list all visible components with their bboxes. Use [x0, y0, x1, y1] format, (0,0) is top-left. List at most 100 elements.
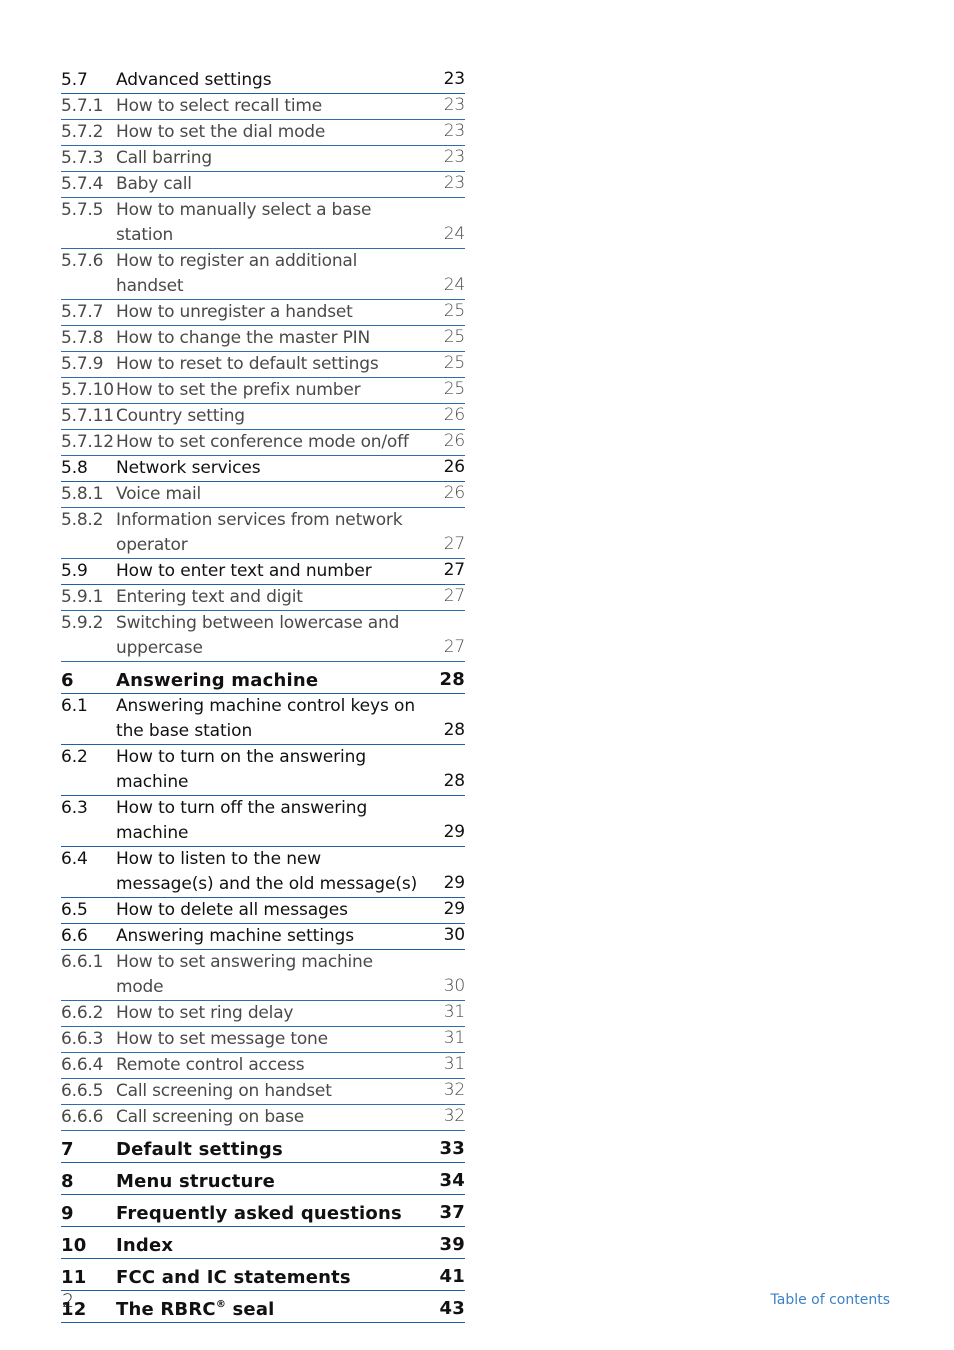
toc-entry-6-6-1[interactable]: 6.6.1 How to set answering machine mode 30 [61, 950, 465, 1001]
toc-entry-number: 6.4 [61, 849, 88, 869]
toc-entry-6-3[interactable]: 6.3 How to turn off the answering machine… [61, 796, 465, 847]
toc-entry-5-7[interactable]: 5.7 Advanced settings 23 [61, 68, 465, 94]
toc-entry-title: How to set answering machine mode [116, 952, 373, 997]
toc-entry-title: Advanced settings [116, 70, 272, 90]
toc-entry-number: 5.7.1 [61, 96, 104, 116]
toc-entry-page: 37 [439, 1202, 465, 1223]
toc-entry-page: 24 [443, 275, 465, 295]
toc-entry-page: 30 [443, 976, 465, 996]
toc-entry-6-6-3[interactable]: 6.6.3 How to set message tone 31 [61, 1027, 465, 1053]
toc-entry-number: 5.8.1 [61, 484, 104, 504]
toc-entry-page: 23 [443, 95, 465, 115]
toc-entry-number: 5.7.2 [61, 122, 104, 142]
toc-entry-title: How to reset to default settings [116, 354, 379, 374]
toc-entry-title: How to set conference mode on/off [116, 432, 409, 452]
toc-entry-5-9-1[interactable]: 5.9.1 Entering text and digit 27 [61, 585, 465, 611]
toc-entry-5-7-4[interactable]: 5.7.4 Baby call 23 [61, 172, 465, 198]
toc-entry-title: Frequently asked questions [116, 1203, 402, 1224]
toc-entry-5-7-9[interactable]: 5.7.9 How to reset to default settings 25 [61, 352, 465, 378]
toc-entry-5-8-2[interactable]: 5.8.2 Information services from network o… [61, 508, 465, 559]
toc-entry-number: 6.5 [61, 900, 88, 920]
toc-entry-12[interactable]: 12 The RBRC® seal 43 [61, 1297, 465, 1323]
toc-entry-6-2[interactable]: 6.2 How to turn on the answering machine 2… [61, 745, 465, 796]
toc-entry-5-7-10[interactable]: 5.7.10 How to set the prefix number 25 [61, 378, 465, 404]
toc-entry-title: Switching between lowercase and uppercas… [116, 613, 400, 658]
toc-entry-page: 26 [443, 431, 465, 451]
toc-entry-page: 26 [443, 483, 465, 503]
toc-entry-page: 23 [443, 173, 465, 193]
toc-entry-6-6-4[interactable]: 6.6.4 Remote control access 31 [61, 1053, 465, 1079]
toc-entry-number: 6.3 [61, 798, 88, 818]
toc-entry-title: How to turn off the answering machine [116, 798, 368, 843]
toc-entry-title: How to set the prefix number [116, 380, 361, 400]
toc-entry-title: Remote control access [116, 1055, 305, 1075]
toc-entry-page: 28 [443, 771, 466, 791]
toc-entry-5-7-11[interactable]: 5.7.11 Country setting 26 [61, 404, 465, 430]
toc-entry-page: 24 [443, 224, 465, 244]
toc-entry-title: How to select recall time [116, 96, 322, 116]
toc-entry-page: 25 [443, 327, 465, 347]
toc-entry-11[interactable]: 11 FCC and IC statements 41 [61, 1265, 465, 1291]
toc-entry-6-5[interactable]: 6.5 How to delete all messages 29 [61, 898, 465, 924]
toc-entry-page: 34 [439, 1170, 465, 1191]
toc-entry-6-6[interactable]: 6.6 Answering machine settings 30 [61, 924, 465, 950]
toc-entry-page: 28 [443, 720, 466, 740]
toc-entry-5-7-7[interactable]: 5.7.7 How to unregister a handset 25 [61, 300, 465, 326]
toc-entry-title: Call screening on handset [116, 1081, 332, 1101]
toc-entry-5-7-5[interactable]: 5.7.5 How to manually select a base stati… [61, 198, 465, 249]
toc-entry-page: 25 [443, 353, 465, 373]
toc-entry-page: 31 [443, 1028, 465, 1048]
toc-entry-number: 6.6.2 [61, 1003, 104, 1023]
footer-section-title: Table of contents [770, 1292, 891, 1308]
toc-entry-5-9-2[interactable]: 5.9.2 Switching between lowercase and upp… [61, 611, 465, 662]
toc-entry-5-7-1[interactable]: 5.7.1 How to select recall time 23 [61, 94, 465, 120]
toc-entry-5-9[interactable]: 5.9 How to enter text and number 27 [61, 559, 465, 585]
toc-entry-6-6-6[interactable]: 6.6.6 Call screening on base 32 [61, 1105, 465, 1131]
toc-entry-6-1[interactable]: 6.1 Answering machine control keys on the… [61, 694, 465, 745]
toc-entry-number: 6.6.3 [61, 1029, 104, 1049]
toc-entry-title: How to listen to the new message(s) and … [116, 849, 418, 894]
toc-entry-title: How to set message tone [116, 1029, 328, 1049]
toc-entry-6-4[interactable]: 6.4 How to listen to the new message(s) a… [61, 847, 465, 898]
toc-entry-page: 43 [439, 1298, 465, 1319]
toc-entry-number: 5.9.2 [61, 613, 104, 633]
toc-entry-number: 5.8 [61, 458, 88, 478]
toc-entry-number: 10 [61, 1235, 87, 1256]
toc-entry-number: 6.6 [61, 926, 88, 946]
toc-entry-6[interactable]: 6 Answering machine 28 [61, 668, 465, 694]
toc-entry-7[interactable]: 7 Default settings 33 [61, 1137, 465, 1163]
toc-entry-page: 23 [443, 121, 465, 141]
toc-entry-page: 27 [443, 534, 465, 554]
toc-entry-title: How to enter text and number [116, 561, 372, 581]
toc-entry-6-6-2[interactable]: 6.6.2 How to set ring delay 31 [61, 1001, 465, 1027]
toc-entry-5-8-1[interactable]: 5.8.1 Voice mail 26 [61, 482, 465, 508]
toc-entry-page: 25 [443, 301, 465, 321]
toc-entry-number: 5.7.7 [61, 302, 104, 322]
toc-entry-number: 5.7.3 [61, 148, 104, 168]
toc-entry-5-7-3[interactable]: 5.7.3 Call barring 23 [61, 146, 465, 172]
toc-entry-5-8[interactable]: 5.8 Network services 26 [61, 456, 465, 482]
toc-entry-title: How to set ring delay [116, 1003, 294, 1023]
toc-entry-9[interactable]: 9 Frequently asked questions 37 [61, 1201, 465, 1227]
toc-entry-number: 5.7.4 [61, 174, 104, 194]
toc-entry-5-7-8[interactable]: 5.7.8 How to change the master PIN 25 [61, 326, 465, 352]
toc-entry-page: 32 [443, 1106, 465, 1126]
toc-entry-page: 25 [443, 379, 465, 399]
toc-entry-page: 27 [443, 560, 466, 580]
toc-entry-6-6-5[interactable]: 6.6.5 Call screening on handset 32 [61, 1079, 465, 1105]
toc-entry-page: 27 [443, 586, 465, 606]
toc-entry-number: 5.7.8 [61, 328, 104, 348]
toc-entry-page: 39 [439, 1234, 465, 1255]
toc-entry-5-7-6[interactable]: 5.7.6 How to register an additional hands… [61, 249, 465, 300]
toc-entry-number: 5.7.10 [61, 380, 114, 400]
toc-entry-10[interactable]: 10 Index 39 [61, 1233, 465, 1259]
toc-entry-page: 23 [443, 147, 465, 167]
toc-entry-title: How to delete all messages [116, 900, 348, 920]
toc-entry-8[interactable]: 8 Menu structure 34 [61, 1169, 465, 1195]
toc-entry-5-7-2[interactable]: 5.7.2 How to set the dial mode 23 [61, 120, 465, 146]
toc-entry-title: How to register an additional handset [116, 251, 358, 296]
toc-entry-5-7-12[interactable]: 5.7.12 How to set conference mode on/off 2… [61, 430, 465, 456]
toc-entry-page: 29 [443, 899, 466, 919]
toc-entry-title: How to turn on the answering machine [116, 747, 367, 792]
toc-entry-number: 7 [61, 1139, 74, 1160]
